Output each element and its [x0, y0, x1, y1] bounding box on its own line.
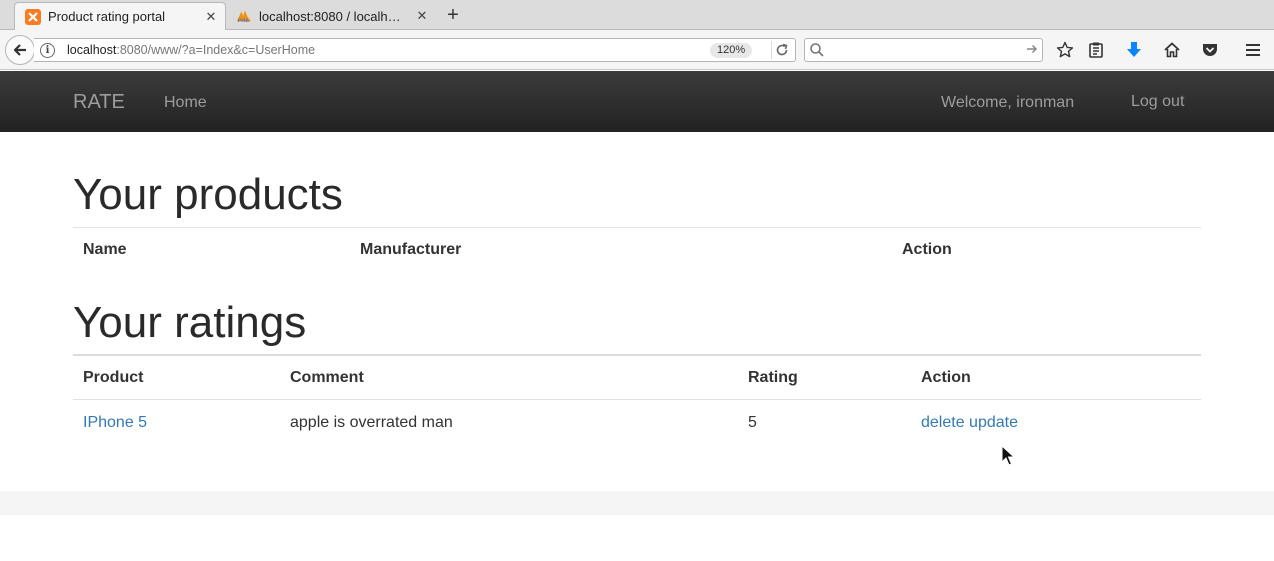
column-header-product: Product: [83, 369, 144, 386]
comment-cell: apple is overrated man: [290, 414, 453, 431]
back-button[interactable]: [5, 35, 35, 65]
browser-tab-bar: Product rating portal ✕ PMA localhost:80…: [0, 0, 1274, 30]
xampp-icon: [25, 8, 41, 25]
product-link[interactable]: IPhone 5: [83, 414, 147, 432]
site-navbar: RATE Home Welcome, ironman Log out: [0, 71, 1274, 132]
delete-link[interactable]: delete: [921, 414, 965, 431]
mouse-pointer-icon: [1001, 444, 1016, 472]
search-go-icon[interactable]: [1025, 42, 1039, 61]
tab-product-rating-portal[interactable]: Product rating portal ✕: [14, 2, 226, 30]
ratings-heading: Your ratings: [73, 298, 307, 347]
phpmyadmin-icon: PMA: [236, 8, 252, 24]
nav-home-link[interactable]: Home: [164, 94, 207, 112]
logout-link[interactable]: Log out: [1131, 93, 1184, 111]
url-text[interactable]: localhost:8080/www/?a=Index&c=UserHome: [67, 43, 315, 57]
close-tab-icon[interactable]: ✕: [203, 9, 219, 25]
pocket-icon[interactable]: [1200, 40, 1220, 60]
url-bar[interactable]: i localhost:8080/www/?a=Index&c=UserHome…: [34, 38, 796, 62]
reading-list-icon[interactable]: [1086, 40, 1106, 60]
column-header-name: Name: [83, 241, 127, 258]
action-cell: delete update: [921, 414, 1018, 432]
info-icon[interactable]: i: [40, 43, 55, 58]
column-header-comment: Comment: [290, 369, 364, 386]
back-arrow-icon: [13, 44, 26, 56]
ratings-table-top-border: [73, 354, 1201, 356]
new-tab-button[interactable]: +: [442, 5, 464, 27]
zoom-level-badge[interactable]: 120%: [710, 43, 753, 58]
footer: [0, 491, 1274, 515]
svg-text:PMA: PMA: [238, 18, 250, 24]
products-heading: Your products: [73, 170, 343, 219]
table-row-divider: [73, 399, 1201, 400]
brand-link[interactable]: RATE: [73, 91, 125, 114]
column-header-action: Action: [902, 241, 952, 258]
welcome-text: Welcome, ironman: [941, 94, 1075, 111]
update-link[interactable]: update: [969, 414, 1018, 431]
tab-title: localhost:8080 / localh…: [259, 8, 401, 24]
tab-title: Product rating portal: [48, 9, 166, 24]
column-header-manufacturer: Manufacturer: [360, 241, 462, 258]
products-heading-divider: [73, 227, 1201, 228]
reload-button[interactable]: [771, 41, 791, 59]
reload-icon: [776, 43, 787, 56]
column-header-action: Action: [921, 369, 971, 386]
close-tab-icon[interactable]: ✕: [414, 8, 430, 24]
column-header-rating: Rating: [748, 369, 798, 386]
home-icon[interactable]: [1162, 40, 1182, 60]
browser-toolbar: i localhost:8080/www/?a=Index&c=UserHome…: [0, 30, 1274, 70]
downloads-icon[interactable]: [1124, 40, 1144, 60]
tab-phpmyadmin[interactable]: PMA localhost:8080 / localh… ✕: [226, 2, 436, 30]
rating-cell: 5: [748, 414, 757, 431]
menu-icon[interactable]: [1243, 40, 1263, 60]
bookmark-star-icon[interactable]: [1055, 40, 1075, 60]
search-input[interactable]: [804, 38, 1043, 62]
search-icon: [809, 42, 825, 63]
